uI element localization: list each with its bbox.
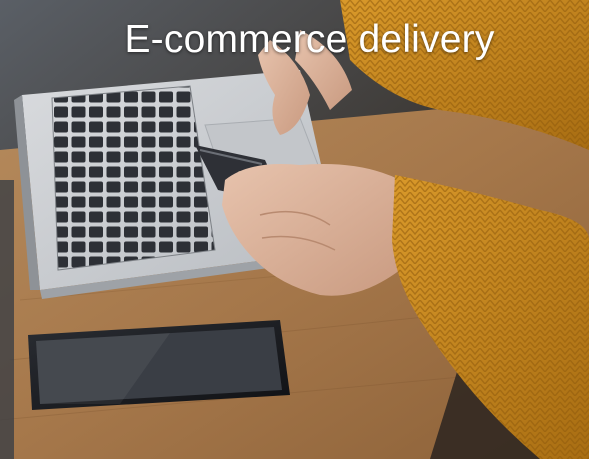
image-caption: E-commerce delivery: [124, 18, 495, 61]
image-frame: E-commerce delivery: [0, 0, 589, 459]
online-shopping-photo: [0, 0, 589, 459]
